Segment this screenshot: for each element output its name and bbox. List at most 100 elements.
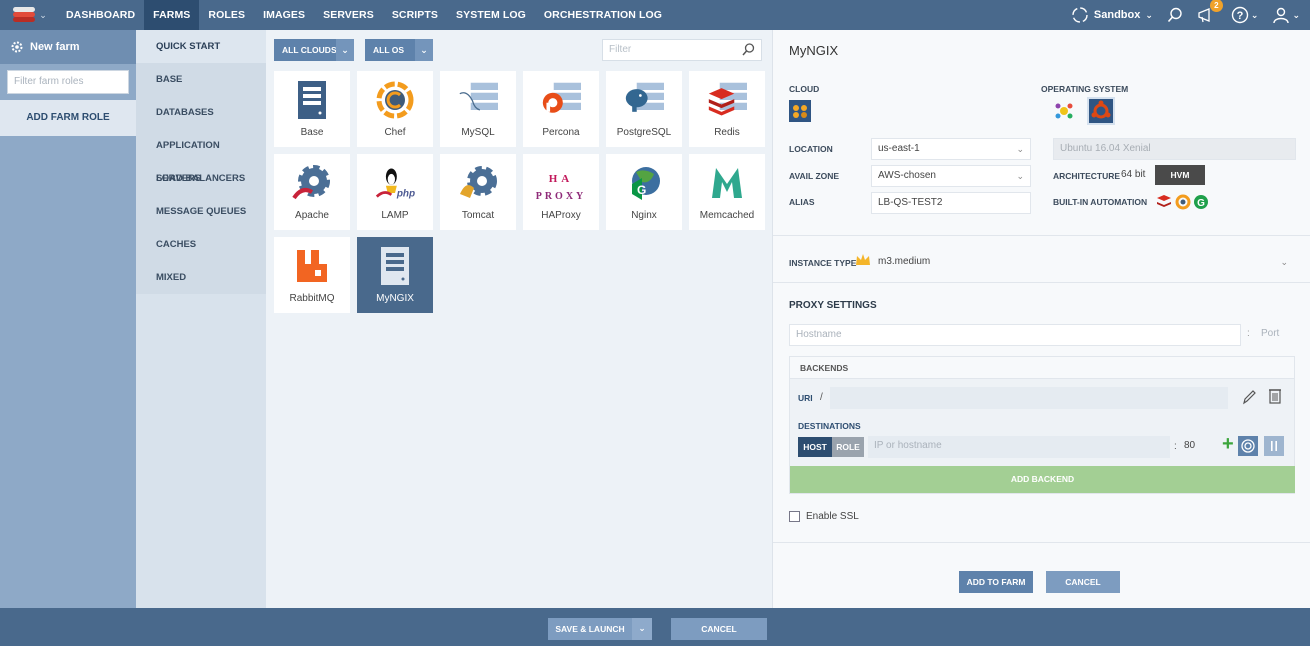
role-tile-lamp[interactable]: php LAMP — [357, 154, 433, 230]
destinations-label: DESTINATIONS — [798, 421, 861, 431]
role-tile-chef[interactable]: Chef — [357, 71, 433, 147]
role-categories: QUICK START BASE DATABASES APPLICATION S… — [136, 30, 266, 608]
delete-icon[interactable] — [1268, 388, 1282, 404]
role-tile-base[interactable]: Base — [274, 71, 350, 147]
automation-label: BUILT-IN AUTOMATION — [1053, 197, 1148, 207]
add-farm-role-button[interactable]: ADD FARM ROLE — [0, 100, 136, 136]
role-label: HAProxy — [541, 210, 581, 221]
scalr-logo-menu[interactable]: ⌄ — [0, 0, 60, 30]
filter-farm-roles-input[interactable]: Filter farm roles — [7, 70, 129, 94]
role-tile-percona[interactable]: Percona — [523, 71, 599, 147]
enable-ssl-checkbox[interactable] — [789, 511, 800, 522]
port-input[interactable]: Port — [1255, 324, 1295, 346]
add-backend-button[interactable]: ADD BACKEND — [790, 466, 1295, 493]
backends-header: BACKENDS — [790, 357, 1294, 379]
host-tab[interactable]: HOST — [798, 437, 832, 457]
nav-farms[interactable]: FARMS — [144, 0, 200, 30]
environment-selector[interactable]: Sandbox ⌄ — [1071, 6, 1153, 24]
nav-system-log[interactable]: SYSTEM LOG — [447, 0, 535, 30]
chevron-down-icon: ⌄ — [1145, 9, 1153, 20]
new-farm-header[interactable]: New farm — [0, 30, 136, 64]
role-tile-postgresql[interactable]: PostgreSQL — [606, 71, 682, 147]
memcached-icon — [707, 164, 747, 202]
ubuntu-icon[interactable] — [1087, 97, 1115, 125]
cancel-role-button[interactable]: CANCEL — [1046, 571, 1120, 593]
target-icon[interactable] — [1238, 436, 1258, 456]
category-message-queues[interactable]: MESSAGE QUEUES — [136, 195, 266, 228]
role-tab[interactable]: ROLE — [832, 437, 864, 457]
haproxy-logo-line1: HA — [549, 173, 574, 185]
uri-prefix: / — [820, 392, 823, 403]
all-os-dropdown[interactable]: ALL OS ⌄ — [365, 39, 433, 61]
all-clouds-dropdown[interactable]: ALL CLOUDS ⌄ — [274, 39, 354, 61]
pause-icon[interactable] — [1264, 436, 1284, 456]
location-select[interactable]: us-east-1 ⌄ — [871, 138, 1031, 160]
role-tile-memcached[interactable]: Memcached — [689, 154, 765, 230]
nav-servers[interactable]: SERVERS — [314, 0, 383, 30]
os-version-field: Ubuntu 16.04 Xenial — [1053, 138, 1296, 160]
category-quick-start[interactable]: QUICK START — [136, 30, 266, 63]
category-application-servers[interactable]: APPLICATION SERVERS — [136, 129, 266, 184]
role-tile-myngix[interactable]: MyNGIX — [357, 237, 433, 313]
main-nav: DASHBOARD FARMS ROLES IMAGES SERVERS SCR… — [60, 0, 671, 30]
hostname-input[interactable]: Hostname — [789, 324, 1241, 346]
role-label: Percona — [542, 127, 580, 138]
user-icon — [1273, 7, 1290, 24]
port-separator: : — [1247, 328, 1250, 339]
svg-text:php: php — [396, 189, 415, 200]
destination-host-input[interactable]: IP or hostname — [868, 436, 1170, 458]
chevron-down-icon: ⌄ — [415, 39, 433, 61]
nav-roles[interactable]: ROLES — [199, 0, 254, 30]
category-caches[interactable]: CACHES — [136, 228, 266, 261]
chevron-down-icon: ⌄ — [336, 39, 354, 61]
notifications-button[interactable]: 2 — [1197, 0, 1223, 24]
category-databases[interactable]: DATABASES — [136, 96, 266, 129]
role-tile-haproxy[interactable]: HA PROXY HAProxy — [523, 154, 599, 230]
all-clouds-label: ALL CLOUDS — [282, 45, 337, 55]
chevron-down-icon: ⌄ — [1280, 257, 1288, 267]
role-tile-mysql[interactable]: MySQL — [440, 71, 516, 147]
nav-dashboard[interactable]: DASHBOARD — [60, 0, 144, 30]
aws-cloud-icon[interactable] — [789, 100, 811, 122]
category-load-balancers[interactable]: LOAD BALANCERS — [136, 162, 266, 195]
mysql-icon — [458, 81, 498, 119]
haproxy-logo-line2: PROXY — [536, 191, 587, 202]
nav-images[interactable]: IMAGES — [254, 0, 314, 30]
instance-type-select[interactable]: m3.medium ⌄ — [871, 251, 1295, 273]
nav-scripts[interactable]: SCRIPTS — [383, 0, 447, 30]
location-label: LOCATION — [789, 144, 833, 154]
hvm-badge[interactable]: HVM — [1155, 165, 1205, 185]
redis-icon — [707, 81, 747, 119]
role-tile-nginx[interactable]: G Nginx — [606, 154, 682, 230]
role-label: MySQL — [461, 127, 495, 138]
category-base[interactable]: BASE — [136, 63, 266, 96]
svg-text:G: G — [1197, 198, 1205, 209]
save-launch-button[interactable]: SAVE & LAUNCH ⌄ — [548, 618, 652, 640]
location-value: us-east-1 — [878, 143, 920, 154]
alias-input[interactable]: LB-QS-TEST2 — [871, 192, 1031, 214]
haproxy-logo: HA PROXY — [536, 173, 587, 202]
user-menu[interactable]: ⌄ — [1272, 6, 1300, 24]
cloud-label: CLOUD — [789, 84, 820, 94]
add-to-farm-button[interactable]: ADD TO FARM — [959, 571, 1033, 593]
chevron-down-icon: ⌄ — [1016, 144, 1024, 154]
search-icon[interactable] — [1167, 7, 1183, 23]
category-mixed[interactable]: MIXED — [136, 261, 266, 294]
destination-port-input[interactable]: 80 — [1178, 436, 1218, 458]
nav-orchestration-log[interactable]: ORCHESTRATION LOG — [535, 0, 671, 30]
uri-input[interactable] — [830, 387, 1228, 409]
cancel-farm-button[interactable]: CANCEL — [671, 618, 767, 640]
help-menu[interactable]: ? ⌄ — [1231, 6, 1258, 24]
os-option-icon[interactable] — [1053, 100, 1075, 122]
role-tile-rabbitmq[interactable]: RabbitMQ — [274, 237, 350, 313]
architecture-value: 64 bit — [1121, 169, 1146, 180]
role-filter-input[interactable]: Filter — [602, 39, 762, 61]
environment-name: Sandbox — [1093, 9, 1141, 21]
add-destination-icon[interactable]: + — [1222, 433, 1234, 456]
role-tile-redis[interactable]: Redis — [689, 71, 765, 147]
role-tile-tomcat[interactable]: Tomcat — [440, 154, 516, 230]
edit-icon[interactable] — [1242, 389, 1256, 405]
avail-zone-select[interactable]: AWS-chosen ⌄ — [871, 165, 1031, 187]
role-label: MyNGIX — [376, 293, 414, 304]
role-tile-apache[interactable]: Apache — [274, 154, 350, 230]
